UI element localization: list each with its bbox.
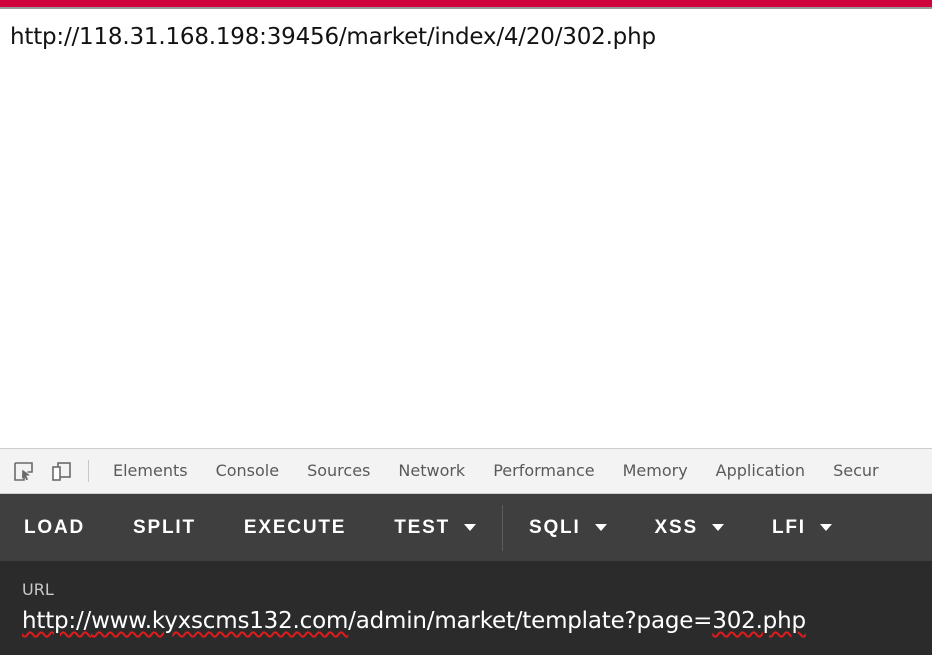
url-panel: URL http://www.kyxscms132.com/admin/mark… [0,561,932,655]
load-button[interactable]: LOAD [0,494,109,561]
url-part-scheme: http:// [22,608,92,634]
tab-network[interactable]: Network [384,449,479,493]
chevron-down-icon [463,524,476,531]
url-part-query: 302.php [712,608,806,634]
execute-button-label: EXECUTE [243,516,347,538]
tab-elements[interactable]: Elements [99,449,202,493]
tab-memory[interactable]: Memory [609,449,702,493]
xss-dropdown-button[interactable]: XSS [631,494,748,561]
tab-sources[interactable]: Sources [293,449,384,493]
url-part-path: /admin/market/template?page= [348,608,713,634]
lfi-dropdown-button[interactable]: LFI [748,494,856,561]
inspect-element-icon[interactable] [8,456,38,486]
device-toolbar-icon[interactable] [46,456,76,486]
url-field-label: URL [22,580,54,599]
page-viewport: http://118.31.168.198:39456/market/index… [0,9,932,448]
tab-application[interactable]: Application [702,449,819,493]
action-toolbar: LOAD SPLIT EXECUTE TEST SQLI XSS LFI [0,494,932,561]
sqli-button-label: SQLI [528,516,581,538]
devtools-panel: Elements Console Sources Network Perform… [0,448,932,655]
browser-accent-bar [0,0,932,7]
page-url-text: http://118.31.168.198:39456/market/index… [10,24,656,50]
tabbar-separator [88,460,89,482]
toolbar-divider [501,504,503,551]
devtools-tabbar: Elements Console Sources Network Perform… [0,449,932,494]
tab-security[interactable]: Secur [819,449,893,493]
split-button[interactable]: SPLIT [109,494,220,561]
test-dropdown-button[interactable]: TEST [370,494,500,561]
url-input[interactable]: http://www.kyxscms132.com/admin/market/t… [22,606,932,636]
url-part-host: www.kyxscms132.com [91,608,349,634]
load-button-label: LOAD [24,516,86,538]
split-button-label: SPLIT [133,516,196,538]
test-button-label: TEST [394,516,450,538]
tab-performance[interactable]: Performance [479,449,608,493]
chevron-down-icon [711,524,724,531]
chevron-down-icon [594,524,607,531]
chevron-down-icon [819,524,832,531]
xss-button-label: XSS [654,516,698,538]
execute-button[interactable]: EXECUTE [220,494,370,561]
lfi-button-label: LFI [771,516,806,538]
tab-console[interactable]: Console [202,449,294,493]
sqli-dropdown-button[interactable]: SQLI [505,494,631,561]
